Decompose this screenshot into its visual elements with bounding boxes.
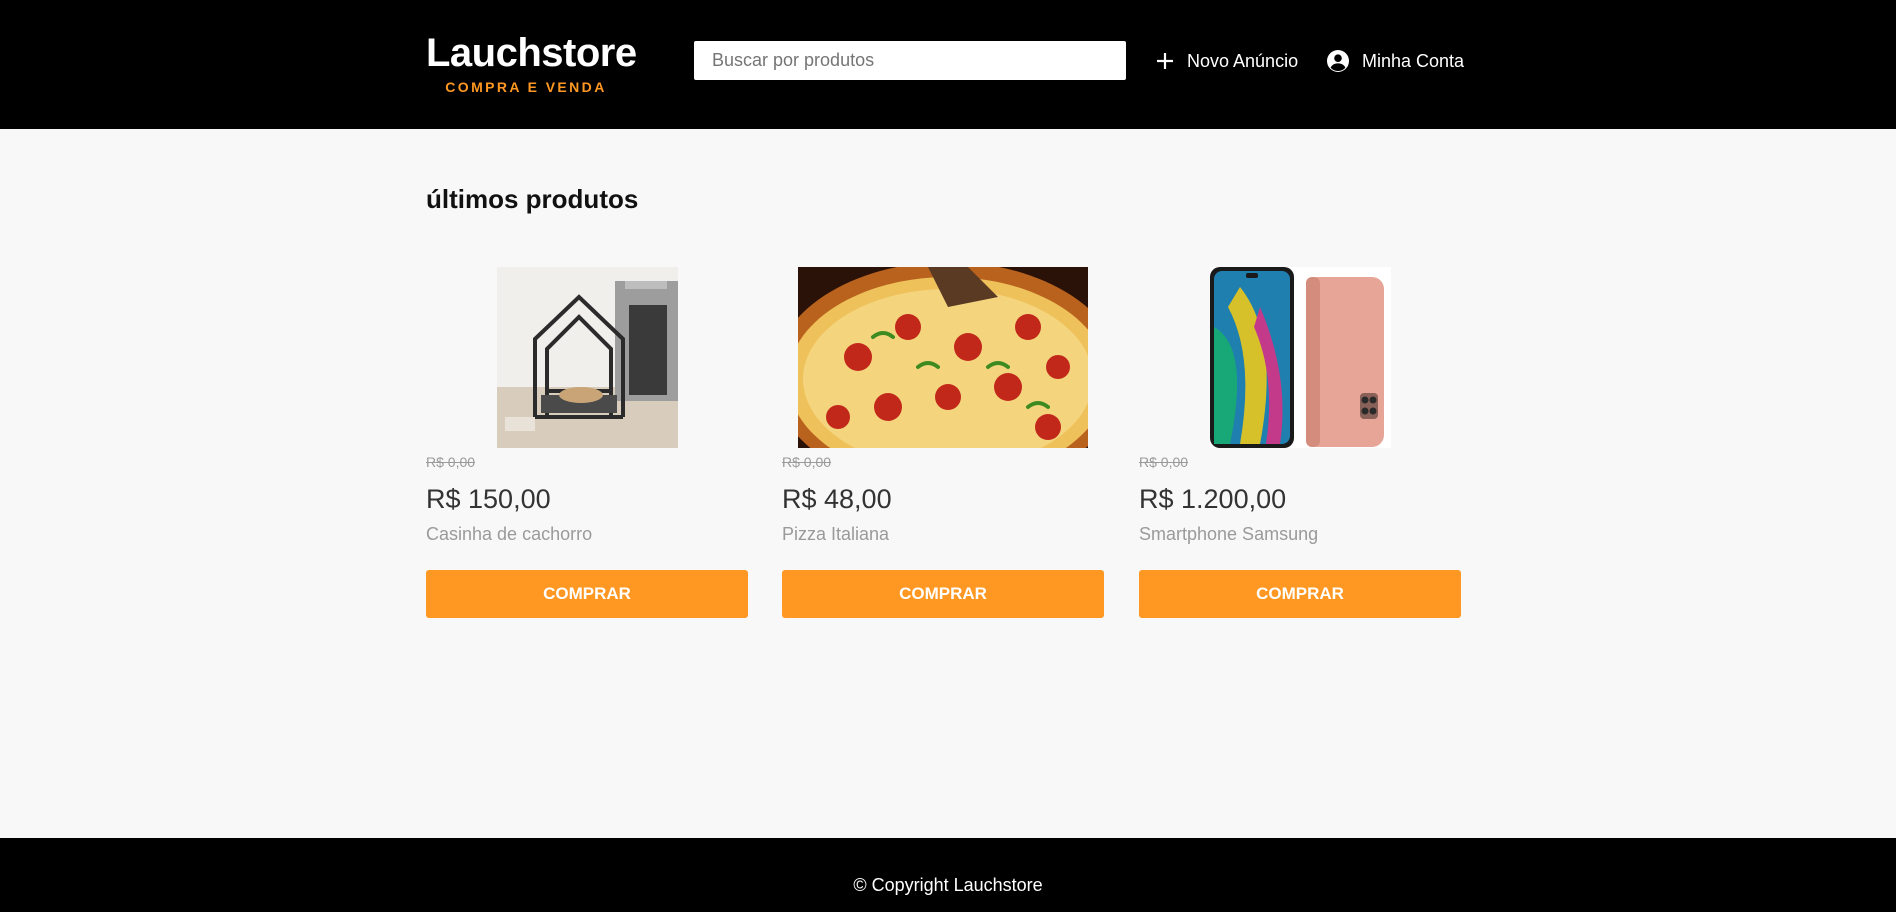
logo[interactable]: Lauchstore COMPRA E VENDA [426, 30, 637, 96]
account-label: Minha Conta [1362, 50, 1465, 71]
main-content: últimos produtos R$ 0,00 R$ 150,00 Casin… [0, 129, 1896, 838]
search-input[interactable] [694, 41, 1126, 80]
buy-button[interactable]: COMPRAR [426, 570, 748, 618]
product-name[interactable]: Pizza Italiana [782, 523, 1104, 545]
site-footer: © Copyright Lauchstore [0, 838, 1896, 912]
user-circle-icon [1326, 49, 1350, 73]
logo-title: Lauchstore [426, 31, 637, 75]
buy-button[interactable]: COMPRAR [782, 570, 1104, 618]
product-card: R$ 0,00 R$ 48,00 Pizza Italiana COMPRAR [782, 267, 1104, 618]
copyright-text: © Copyright Lauchstore [853, 875, 1043, 895]
product-card: R$ 0,00 R$ 1.200,00 Smartphone Samsung C… [1139, 267, 1461, 618]
dog-house-image[interactable] [496, 267, 678, 448]
old-price: R$ 0,00 [426, 454, 476, 470]
old-price: R$ 0,00 [1139, 454, 1189, 470]
new-ad-link[interactable]: Novo Anúncio [1155, 48, 1298, 74]
new-ad-label: Novo Anúncio [1187, 50, 1299, 71]
section-title: últimos produtos [426, 184, 639, 214]
pizza-image[interactable] [798, 267, 1088, 448]
logo-subtitle: COMPRA E VENDA [445, 79, 607, 95]
buy-button[interactable]: COMPRAR [1139, 570, 1461, 618]
plus-icon [1155, 51, 1175, 71]
product-card: R$ 0,00 R$ 150,00 Casinha de cachorro CO… [426, 267, 748, 618]
product-name[interactable]: Smartphone Samsung [1139, 523, 1461, 545]
product-price: R$ 1.200,00 [1139, 484, 1287, 514]
product-price: R$ 150,00 [426, 484, 551, 514]
old-price: R$ 0,00 [782, 454, 832, 470]
smartphone-image[interactable] [1209, 267, 1391, 448]
product-name[interactable]: Casinha de cachorro [426, 523, 748, 545]
product-price: R$ 48,00 [782, 484, 892, 514]
account-link[interactable]: Minha Conta [1326, 48, 1464, 74]
site-header: Lauchstore COMPRA E VENDA Novo Anúncio M… [0, 0, 1896, 129]
